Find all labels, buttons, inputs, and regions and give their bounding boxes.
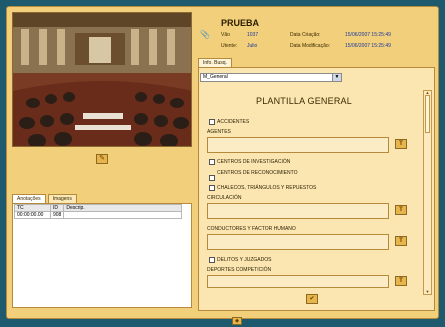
vertical-scrollbar[interactable]: ▲ ▼ [423, 90, 432, 295]
annotations-table: TC ID Descrip. 00:00:00.00 908 [14, 204, 182, 219]
video-frame-image [12, 12, 192, 147]
left-tabs: Anotações Imagens [12, 194, 77, 203]
checkbox-label: CENTROS DE INVESTIGACIÓN [217, 159, 291, 165]
info-label-utente: Utente: [221, 43, 238, 49]
circulacion-thesaurus-button[interactable]: T [395, 205, 407, 215]
info-value-utente: Julio [247, 43, 258, 49]
scrollbar-thumb[interactable] [425, 95, 430, 133]
tab-imagens[interactable]: Imagens [47, 194, 77, 203]
check-icon: ✔ [309, 296, 315, 302]
checkbox-accidentes[interactable]: ACCIDENTES [209, 119, 249, 125]
label-deportes: DEPORTES COMPETICIÓN [207, 267, 272, 273]
checkbox-box[interactable] [209, 185, 215, 191]
info-label-data-criacao: Data Criação: [290, 32, 321, 38]
parliament-photo [13, 13, 191, 146]
checkbox-label: CHALECOS, TRIÁNGULOS Y REPUESTOS [217, 185, 317, 191]
checkbox-centros-investigacion[interactable]: CENTROS DE INVESTIGACIÓN [209, 159, 290, 165]
cell-descrip [63, 211, 182, 219]
confirm-button[interactable]: ✔ [306, 294, 318, 304]
chevron-down-icon[interactable]: ▼ [332, 74, 341, 81]
deportes-thesaurus-button[interactable]: T [395, 276, 407, 286]
conductores-thesaurus-button[interactable]: T [395, 236, 407, 246]
template-select[interactable]: M_General ▼ [200, 73, 342, 82]
col-id: ID [49, 204, 65, 212]
label-conductores: CONDUCTORES Y FACTOR HUMANO [207, 226, 296, 232]
bottom-nav-button[interactable]: ◆ [232, 317, 242, 325]
checkbox-box[interactable] [209, 159, 215, 165]
agentes-field[interactable] [207, 137, 389, 153]
info-value-data-criacao: 15/06/2007 15:25:49 [345, 32, 391, 38]
cell-id: 908 [49, 211, 65, 219]
template-title: PLANTILLA GENERAL [256, 96, 352, 106]
tab-info-busq[interactable]: Info. Busq. [198, 58, 232, 67]
checkbox-label: DELITOS Y JUZGADOS [217, 257, 272, 263]
checkbox-box[interactable] [209, 257, 215, 263]
checkbox-chalecos[interactable]: CHALECOS, TRIÁNGULOS Y REPUESTOS [209, 185, 316, 191]
conductores-field[interactable] [207, 234, 389, 250]
edit-image-button[interactable]: ✎ [96, 154, 108, 164]
edit-icon: ✎ [99, 155, 105, 162]
table-header-row: TC ID Descrip. [14, 204, 182, 212]
checkbox-box[interactable] [209, 119, 215, 125]
col-descrip: Descrip. [63, 204, 182, 212]
checkbox-label: ACCIDENTES [217, 119, 250, 125]
tab-anotacoes[interactable]: Anotações [12, 194, 46, 203]
deportes-field[interactable] [207, 275, 389, 288]
agentes-thesaurus-button[interactable]: T [395, 139, 407, 149]
col-tc: TC [14, 204, 51, 212]
info-label-data-modificacao: Data Modificação: [290, 43, 331, 49]
info-value-vao: 1037 [247, 32, 259, 38]
paperclip-icon: 📎 [200, 30, 210, 39]
table-row[interactable]: 00:00:00.00 908 [14, 211, 182, 219]
scroll-down-icon[interactable]: ▼ [425, 290, 430, 294]
checkbox-centros-reconocimiento[interactable]: CENTROS DE RECONOCIMIENTO [209, 170, 297, 181]
info-value-data-modificacao: 15/06/2007 15:25:49 [345, 43, 391, 49]
cell-tc: 00:00:00.00 [14, 211, 51, 219]
checkbox-delitos[interactable]: DELITOS Y JUZGADOS [209, 257, 271, 263]
info-label-vao: Vão [221, 32, 230, 38]
label-agentes: AGENTES [207, 129, 231, 135]
template-select-value: M_General [203, 74, 228, 80]
arrow-icon: ◆ [235, 318, 239, 324]
circulacion-field[interactable] [207, 203, 389, 219]
checkbox-box[interactable] [209, 175, 215, 181]
label-circulacion: CIRCULACIÓN [207, 195, 242, 201]
checkbox-label: CENTROS DE RECONOCIMIENTO [217, 170, 298, 176]
record-title: PRUEBA [221, 18, 260, 28]
